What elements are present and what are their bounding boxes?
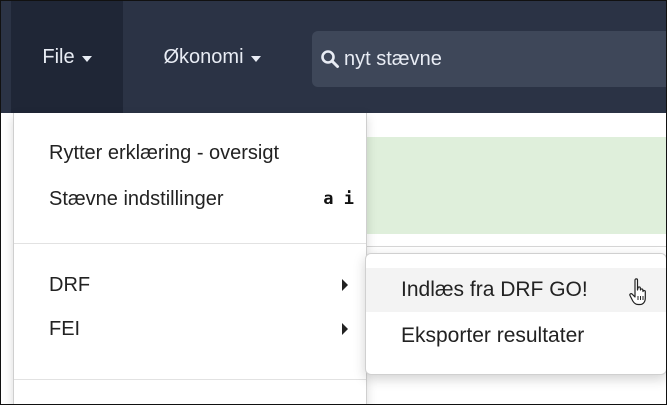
search-input[interactable]: nyt stævne xyxy=(312,31,666,87)
file-menu-toggle[interactable]: File xyxy=(11,1,123,113)
submenu-item-label: Indlæs fra DRF GO! xyxy=(401,278,588,301)
search-icon xyxy=(321,50,339,68)
drf-submenu: Indlæs fra DRF GO! Eksporter resultater xyxy=(365,253,666,375)
menu-item-label: Stævne indstillinger xyxy=(49,187,224,210)
menu-item-rytter-erklaering[interactable]: Rytter erklæring - oversigt xyxy=(14,133,366,173)
file-menu-label: File xyxy=(42,45,75,68)
submenu-item-eksporter-resultater[interactable]: Eksporter resultater xyxy=(366,314,666,358)
caret-down-icon xyxy=(81,55,92,62)
okonomi-menu-toggle[interactable]: Økonomi xyxy=(123,1,301,113)
menu-item-drf[interactable]: DRF xyxy=(14,265,366,305)
file-dropdown-menu: Rytter erklæring - oversigt Stævne indst… xyxy=(13,113,367,404)
chevron-right-icon xyxy=(342,279,348,291)
menu-item-staevne-indstillinger[interactable]: Stævne indstillinger a i xyxy=(14,179,366,219)
menu-item-label: FEI xyxy=(49,317,81,340)
hand-pointer-icon xyxy=(629,278,646,306)
submenu-item-label: Eksporter resultater xyxy=(401,324,585,347)
app-window: File Økonomi nyt stævne Rytter erklæring… xyxy=(0,0,667,405)
top-navbar: File Økonomi nyt stævne xyxy=(1,1,666,113)
submenu-item-indlaes-drf-go[interactable]: Indlæs fra DRF GO! xyxy=(366,268,666,312)
menu-item-label: DRF xyxy=(49,273,91,296)
caret-down-icon xyxy=(250,55,261,62)
content-divider xyxy=(361,246,666,247)
menu-item-label: Rytter erklæring - oversigt xyxy=(49,141,280,164)
menu-divider xyxy=(14,379,366,380)
success-alert xyxy=(361,137,666,234)
search-text: nyt stævne xyxy=(344,47,442,70)
okonomi-menu-label: Økonomi xyxy=(163,45,244,68)
chevron-right-icon xyxy=(342,323,348,335)
menu-divider xyxy=(14,243,366,244)
keyboard-shortcut: a i xyxy=(323,189,354,209)
menu-item-fei[interactable]: FEI xyxy=(14,309,366,349)
